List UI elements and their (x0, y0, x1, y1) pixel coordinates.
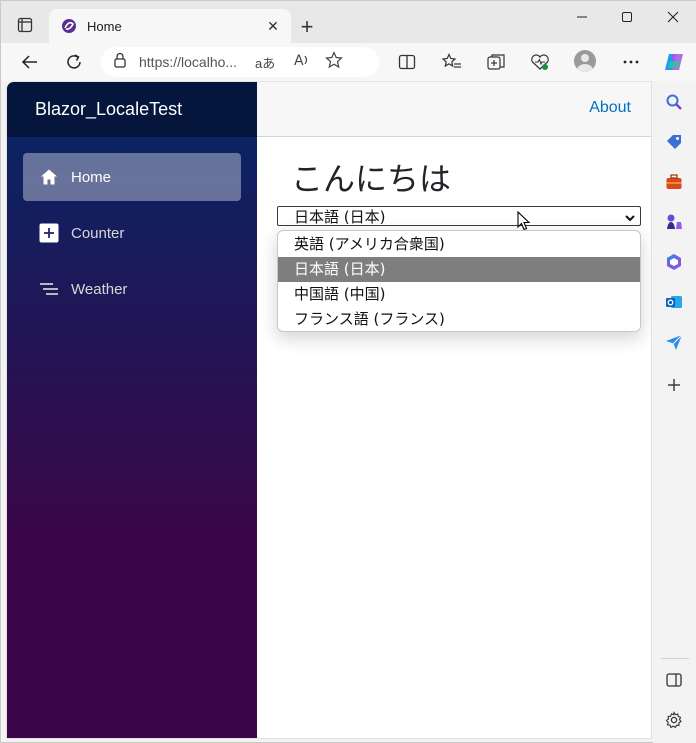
search-icon[interactable] (663, 91, 685, 113)
favorites-icon[interactable] (437, 48, 467, 76)
list-icon (39, 279, 59, 299)
minimize-icon[interactable] (559, 5, 605, 29)
culture-options-list: 英語 (アメリカ合衆国) 日本語 (日本) 中国語 (中国) フランス語 (フラ… (277, 230, 641, 332)
culture-option-ja-jp[interactable]: 日本語 (日本) (278, 257, 640, 282)
add-sidebar-app-icon[interactable] (663, 374, 685, 396)
more-options-icon[interactable] (616, 48, 646, 76)
page-viewport: Blazor_LocaleTest Home Counter Weather A… (6, 81, 652, 739)
drop-send-icon[interactable] (663, 331, 685, 353)
app-brand[interactable]: Blazor_LocaleTest (7, 82, 257, 137)
tab-home[interactable]: Home ✕ (49, 9, 291, 43)
collections-icon[interactable] (481, 48, 511, 76)
page-heading: こんにちは (291, 160, 452, 198)
app-sidebar: Blazor_LocaleTest Home Counter Weather (7, 82, 257, 738)
shopping-tag-icon[interactable] (663, 131, 685, 153)
nav-label-weather: Weather (71, 280, 128, 298)
culture-select-value: 日本語 (日本) (294, 207, 386, 226)
copilot-icon[interactable] (659, 48, 689, 76)
split-screen-icon[interactable] (392, 48, 422, 76)
nav-label-home: Home (71, 168, 112, 186)
nav-item-home[interactable]: Home (23, 153, 241, 201)
new-tab-button[interactable]: + (295, 14, 319, 39)
home-icon (39, 167, 59, 187)
microsoft-365-icon[interactable] (663, 251, 685, 273)
address-url[interactable]: https://localho... (139, 54, 251, 70)
culture-select[interactable]: 日本語 (日本) (277, 206, 641, 226)
maximize-icon[interactable] (604, 5, 650, 29)
profile-avatar[interactable] (574, 50, 596, 72)
favorite-star-icon[interactable] (325, 50, 344, 74)
edge-sidebar-divider (661, 658, 689, 659)
culture-option-zh-cn[interactable]: 中国語 (中国) (278, 282, 640, 307)
browser-toolbar: https://localho... aあ A (1, 43, 696, 81)
games-chess-icon[interactable] (663, 211, 685, 233)
read-aloud-icon[interactable]: A (293, 52, 311, 73)
blazor-favicon-icon (61, 18, 77, 34)
tab-strip: Home ✕ + (1, 1, 696, 43)
back-icon[interactable] (15, 48, 45, 76)
culture-option-fr-fr[interactable]: フランス語 (フランス) (278, 307, 640, 331)
mouse-cursor-icon (517, 210, 531, 231)
browser-essentials-icon[interactable] (525, 48, 555, 76)
tools-briefcase-icon[interactable] (663, 171, 685, 193)
plus-square-icon (39, 223, 59, 243)
culture-option-en-us[interactable]: 英語 (アメリカ合衆国) (278, 232, 640, 257)
refresh-icon[interactable] (59, 48, 89, 76)
hide-sidebar-icon[interactable] (663, 669, 685, 691)
tab-actions-icon[interactable] (11, 13, 39, 37)
svg-text:A: A (294, 53, 304, 68)
top-row: About (257, 82, 651, 137)
settings-gear-icon[interactable] (663, 709, 685, 731)
outlook-icon[interactable] (663, 291, 685, 313)
edge-sidebar (653, 81, 696, 743)
nav-item-weather[interactable]: Weather (23, 265, 241, 313)
chevron-down-icon (624, 210, 636, 222)
lock-icon[interactable] (113, 52, 127, 73)
nav-label-counter: Counter (71, 224, 125, 242)
tab-title: Home (87, 18, 122, 34)
nav-item-counter[interactable]: Counter (23, 209, 241, 257)
address-bar[interactable]: https://localho... aあ A (101, 47, 379, 77)
about-link[interactable]: About (589, 99, 631, 117)
read-aloud-language-icon[interactable]: aあ (255, 53, 275, 72)
tab-close-icon[interactable]: ✕ (261, 14, 285, 38)
main-content: About こんにちは 日本語 (日本) 英語 (アメリカ合衆国) 日本語 (日… (257, 82, 651, 738)
close-window-icon[interactable] (650, 5, 696, 29)
browser-window: Home ✕ + https://localho... aあ A Blazor_… (0, 0, 696, 743)
